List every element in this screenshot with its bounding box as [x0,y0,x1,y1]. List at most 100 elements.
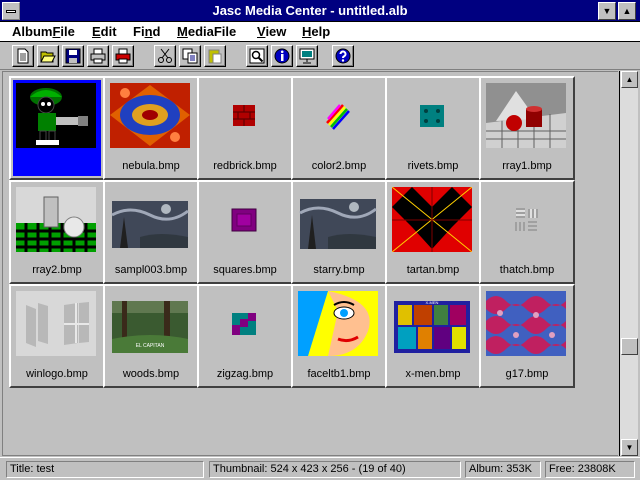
thumbnail-item[interactable]: squares.bmp [197,180,293,284]
cut-button[interactable] [154,45,176,67]
new-button[interactable] [12,45,34,67]
scroll-down-button[interactable]: ▼ [621,439,638,456]
thumbnail-item[interactable]: winlogo.bmp [9,284,105,388]
print-icon [90,48,106,64]
menu-find[interactable]: Find [133,24,160,39]
thumbnail-image [298,83,378,148]
thumbnail-label: squares.bmp [213,264,277,276]
thumbnail-item[interactable]: redbrick.bmp [197,76,293,180]
thumbnail-label: woods.bmp [122,368,180,380]
thumbnail-label: faceltb1.bmp [307,368,371,380]
status-thumbnail: Thumbnail: 524 x 423 x 256 - (19 of 40) [209,461,461,478]
menu-view[interactable]: View [257,24,286,39]
thumbnail-image: EL CAPITAN [110,291,190,356]
thumbnail-label: thatch.bmp [499,264,555,276]
thumbnail-label: sampl003.bmp [114,264,188,276]
thumbnail-image [204,83,284,148]
thumbnail-label: rray2.bmp [32,264,82,276]
thumbnail-item[interactable]: X-MEN x-men.bmp [385,284,481,388]
print-setup-button[interactable] [112,45,134,67]
thumbnail-area: marvin.bmp nebula.bmp redbrick.bmp color… [2,71,618,456]
thumbnail-item[interactable]: rivets.bmp [385,76,481,180]
slideshow-button[interactable] [296,45,318,67]
print-setup-icon [115,48,131,64]
thumbnail-image [204,291,284,356]
status-bar: Title: test Thumbnail: 524 x 423 x 256 -… [0,457,640,480]
menu-albumfile[interactable]: AlbumFile [12,24,75,39]
vertical-scrollbar[interactable]: ▲ ▼ [619,71,638,456]
thumbnail-item[interactable]: zigzag.bmp [197,284,293,388]
help-icon [335,48,351,64]
thumbnail-image [110,83,190,148]
thumbnail-item[interactable]: marvin.bmp [9,76,105,180]
minimize-button[interactable]: ▼ [598,2,616,20]
menu-help[interactable]: Help [302,24,330,39]
thumbnail-image [16,291,96,356]
thumbnail-item[interactable]: faceltb1.bmp [291,284,387,388]
thumbnail-image [204,187,284,252]
title-bar: Jasc Media Center - untitled.alb ▼ ▲ [0,0,640,22]
window-title: Jasc Media Center - untitled.alb [212,3,408,18]
system-menu-button[interactable] [2,2,20,20]
thumbnail-image [486,83,566,148]
thumbnail-image [298,187,378,252]
maximize-button[interactable]: ▲ [618,2,636,20]
thumbnail-label: marvin.bmp [28,160,86,172]
toolbar [0,42,640,70]
scroll-up-button[interactable]: ▲ [621,71,638,88]
status-album-size: Album: 353K [465,461,541,478]
new-icon [17,48,29,64]
help-button[interactable] [332,45,354,67]
copy-icon [182,48,198,64]
paste-icon [208,49,222,64]
save-button[interactable] [62,45,84,67]
menu-bar: AlbumFile Edit Find MediaFile View Help [0,22,640,42]
thumbnail-image [298,291,378,356]
open-button[interactable] [37,45,59,67]
thumbnail-image [110,187,190,252]
thumbnail-item[interactable]: sampl003.bmp [103,180,199,284]
info-button[interactable] [271,45,293,67]
info-icon [274,48,290,64]
scroll-thumb[interactable] [621,338,638,355]
thumbnail-label: g17.bmp [505,368,549,380]
thumbnail-item[interactable]: g17.bmp [479,284,575,388]
status-title: Title: test [6,461,204,478]
thumbnail-image [392,83,472,148]
thumbnail-label: rivets.bmp [407,160,459,172]
cut-icon [158,48,172,63]
menu-mediafile[interactable]: MediaFile [177,24,236,39]
thumbnail-item[interactable]: thatch.bmp [479,180,575,284]
thumbnail-label: zigzag.bmp [216,368,274,380]
thumbnail-image [16,83,96,148]
find-button[interactable] [246,45,268,67]
thumbnail-item[interactable]: tartan.bmp [385,180,481,284]
thumbnail-item[interactable]: color2.bmp [291,76,387,180]
svg-text:EL CAPITAN: EL CAPITAN [136,343,165,349]
search-icon [249,48,265,64]
thumbnail-image [486,291,566,356]
thumbnail-image: X-MEN [392,291,472,356]
thumbnail-item[interactable]: rray1.bmp [479,76,575,180]
status-free-memory: Free: 23808K [545,461,635,478]
thumbnail-item[interactable]: starry.bmp [291,180,387,284]
svg-text:X-MEN: X-MEN [426,300,439,305]
thumbnail-label: redbrick.bmp [213,160,277,172]
thumbnail-item[interactable]: nebula.bmp [103,76,199,180]
thumbnail-image [486,187,566,252]
open-icon [40,51,56,63]
thumbnail-item[interactable]: rray2.bmp [9,180,105,284]
paste-button[interactable] [204,45,226,67]
thumbnail-label: nebula.bmp [122,160,180,172]
thumbnail-label: rray1.bmp [502,160,552,172]
print-button[interactable] [87,45,109,67]
save-icon [65,48,81,64]
thumbnail-image [16,187,96,252]
thumbnail-image [392,187,472,252]
thumbnail-label: x-men.bmp [405,368,461,380]
menu-edit[interactable]: Edit [92,24,117,39]
copy-button[interactable] [179,45,201,67]
thumbnail-label: tartan.bmp [406,264,460,276]
thumbnail-label: color2.bmp [311,160,367,172]
thumbnail-item[interactable]: EL CAPITAN woods.bmp [103,284,199,388]
